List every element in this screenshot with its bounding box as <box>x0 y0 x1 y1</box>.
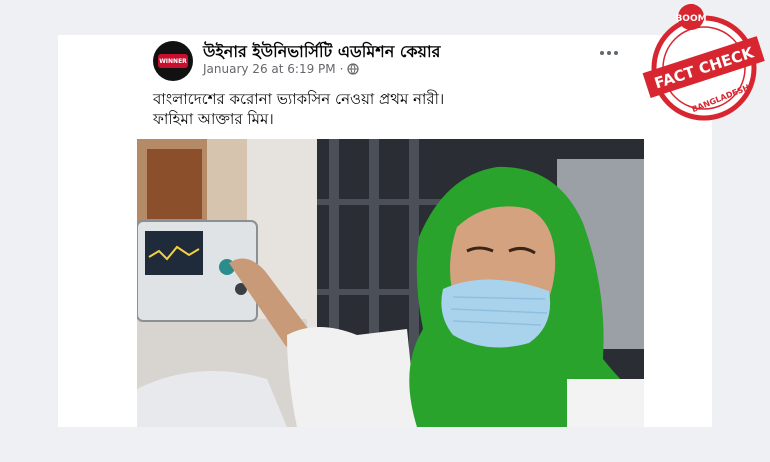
badge-top-text: BOOM <box>675 14 706 24</box>
dot <box>600 51 604 55</box>
meta-separator: · <box>339 62 344 76</box>
photo-illustration <box>137 139 644 427</box>
post-text: বাংলাদেশের করোনা ভ্যাকসিন নেওয়া প্রথম ন… <box>153 89 633 129</box>
avatar-logo: WINNER <box>158 54 188 68</box>
dot <box>607 51 611 55</box>
fact-check-badge: BOOM FACT CHECK BANGLADESH <box>640 0 768 124</box>
post-meta: January 26 at 6:19 PM · <box>203 62 360 76</box>
more-options-icon[interactable] <box>600 51 618 55</box>
post-photo[interactable] <box>137 139 644 427</box>
page-avatar[interactable]: WINNER <box>153 41 193 81</box>
fact-check-logo: BOOM FACT CHECK BANGLADESH <box>642 0 765 121</box>
globe-icon[interactable] <box>347 63 360 75</box>
post-text-line-1: বাংলাদেশের করোনা ভ্যাকসিন নেওয়া প্রথম ন… <box>153 90 445 108</box>
post-text-line-2: ফাহিমা আক্তার মিম। <box>153 110 274 128</box>
post-timestamp[interactable]: January 26 at 6:19 PM <box>203 62 336 76</box>
facebook-post: WINNER উইনার ইউনিভার্সিটি এডমিশন কেয়ার … <box>137 35 644 427</box>
dot <box>614 51 618 55</box>
